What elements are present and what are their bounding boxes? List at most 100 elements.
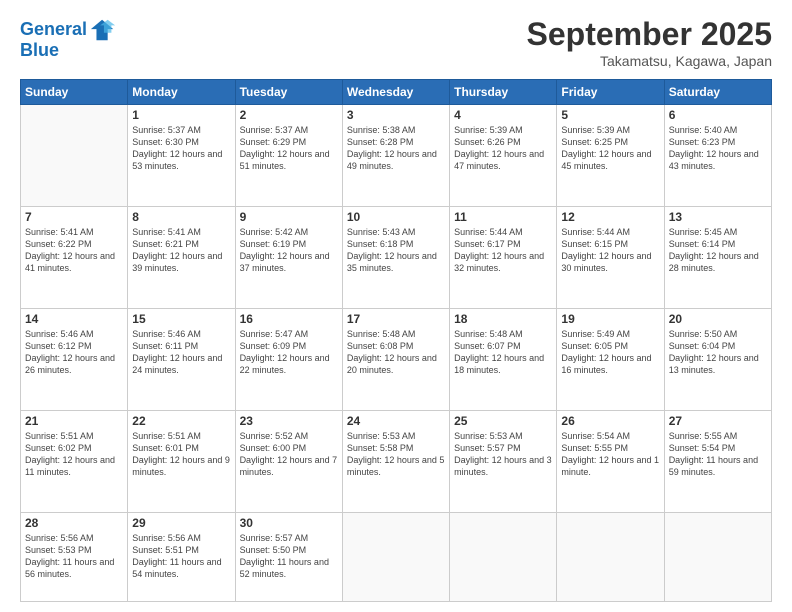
page: General Blue September 2025 Takamatsu, K… [0, 0, 792, 612]
calendar-cell: 1 Sunrise: 5:37 AMSunset: 6:30 PMDaylight… [128, 105, 235, 207]
cell-info: Sunrise: 5:53 AMSunset: 5:57 PMDaylight:… [454, 430, 552, 479]
day-number: 17 [347, 312, 445, 326]
calendar-cell: 29 Sunrise: 5:56 AMSunset: 5:51 PMDayligh… [128, 512, 235, 601]
cell-info: Sunrise: 5:41 AMSunset: 6:22 PMDaylight:… [25, 226, 123, 275]
calendar-cell: 9 Sunrise: 5:42 AMSunset: 6:19 PMDaylight… [235, 206, 342, 308]
calendar-cell: 8Sunrise: 5:41 AMSunset: 6:21 PMDaylight… [128, 206, 235, 308]
calendar-table: SundayMondayTuesdayWednesdayThursdayFrid… [20, 79, 772, 602]
calendar-cell: 25 Sunrise: 5:53 AMSunset: 5:57 PMDayligh… [450, 410, 557, 512]
calendar-header-wednesday: Wednesday [342, 80, 449, 105]
cell-info: Sunrise: 5:56 AMSunset: 5:51 PMDaylight:… [132, 532, 230, 581]
calendar-week-row: 28Sunrise: 5:56 AMSunset: 5:53 PMDayligh… [21, 512, 772, 601]
day-number: 6 [669, 108, 767, 122]
day-number: 16 [240, 312, 338, 326]
calendar-header-saturday: Saturday [664, 80, 771, 105]
calendar-cell: 24 Sunrise: 5:53 AMSunset: 5:58 PMDayligh… [342, 410, 449, 512]
cell-info: Sunrise: 5:37 AMSunset: 6:30 PMDaylight:… [132, 124, 230, 173]
day-number: 13 [669, 210, 767, 224]
logo-text: General [20, 20, 87, 40]
day-number: 15 [132, 312, 230, 326]
calendar-header-friday: Friday [557, 80, 664, 105]
calendar-cell: 13 Sunrise: 5:45 AMSunset: 6:14 PMDayligh… [664, 206, 771, 308]
calendar-cell: 21 Sunrise: 5:51 AMSunset: 6:02 PMDayligh… [21, 410, 128, 512]
location: Takamatsu, Kagawa, Japan [527, 53, 772, 69]
calendar-cell: 23 Sunrise: 5:52 AMSunset: 6:00 PMDayligh… [235, 410, 342, 512]
cell-info: Sunrise: 5:45 AMSunset: 6:14 PMDaylight:… [669, 226, 767, 275]
calendar-cell: 16Sunrise: 5:47 AMSunset: 6:09 PMDayligh… [235, 308, 342, 410]
calendar-cell [557, 512, 664, 601]
calendar-cell: 14Sunrise: 5:46 AMSunset: 6:12 PMDayligh… [21, 308, 128, 410]
calendar-header-tuesday: Tuesday [235, 80, 342, 105]
calendar-cell: 20 Sunrise: 5:50 AMSunset: 6:04 PMDayligh… [664, 308, 771, 410]
day-number: 28 [25, 516, 123, 530]
cell-info: Sunrise: 5:46 AMSunset: 6:12 PMDaylight:… [25, 328, 123, 377]
calendar-week-row: 21 Sunrise: 5:51 AMSunset: 6:02 PMDayligh… [21, 410, 772, 512]
cell-info: Sunrise: 5:57 AMSunset: 5:50 PMDaylight:… [240, 532, 338, 581]
day-number: 18 [454, 312, 552, 326]
day-number: 20 [669, 312, 767, 326]
calendar-week-row: 14Sunrise: 5:46 AMSunset: 6:12 PMDayligh… [21, 308, 772, 410]
day-number: 10 [347, 210, 445, 224]
day-number: 25 [454, 414, 552, 428]
calendar-cell: 28Sunrise: 5:56 AMSunset: 5:53 PMDayligh… [21, 512, 128, 601]
day-number: 21 [25, 414, 123, 428]
day-number: 23 [240, 414, 338, 428]
day-number: 3 [347, 108, 445, 122]
calendar-cell: 7Sunrise: 5:41 AMSunset: 6:22 PMDaylight… [21, 206, 128, 308]
cell-info: Sunrise: 5:39 AMSunset: 6:26 PMDaylight:… [454, 124, 552, 173]
calendar-cell: 15Sunrise: 5:46 AMSunset: 6:11 PMDayligh… [128, 308, 235, 410]
calendar-cell: 26 Sunrise: 5:54 AMSunset: 5:55 PMDayligh… [557, 410, 664, 512]
cell-info: Sunrise: 5:43 AMSunset: 6:18 PMDaylight:… [347, 226, 445, 275]
calendar-week-row: 1 Sunrise: 5:37 AMSunset: 6:30 PMDaylight… [21, 105, 772, 207]
calendar-cell [21, 105, 128, 207]
calendar-cell: 3 Sunrise: 5:38 AMSunset: 6:28 PMDaylight… [342, 105, 449, 207]
day-number: 27 [669, 414, 767, 428]
cell-info: Sunrise: 5:53 AMSunset: 5:58 PMDaylight:… [347, 430, 445, 479]
cell-info: Sunrise: 5:42 AMSunset: 6:19 PMDaylight:… [240, 226, 338, 275]
cell-info: Sunrise: 5:49 AMSunset: 6:05 PMDaylight:… [561, 328, 659, 377]
calendar-cell [450, 512, 557, 601]
calendar-cell: 17 Sunrise: 5:48 AMSunset: 6:08 PMDayligh… [342, 308, 449, 410]
header: General Blue September 2025 Takamatsu, K… [20, 16, 772, 69]
cell-info: Sunrise: 5:50 AMSunset: 6:04 PMDaylight:… [669, 328, 767, 377]
cell-info: Sunrise: 5:52 AMSunset: 6:00 PMDaylight:… [240, 430, 338, 479]
cell-info: Sunrise: 5:44 AMSunset: 6:15 PMDaylight:… [561, 226, 659, 275]
cell-info: Sunrise: 5:48 AMSunset: 6:08 PMDaylight:… [347, 328, 445, 377]
cell-info: Sunrise: 5:54 AMSunset: 5:55 PMDaylight:… [561, 430, 659, 479]
day-number: 12 [561, 210, 659, 224]
day-number: 4 [454, 108, 552, 122]
day-number: 22 [132, 414, 230, 428]
calendar-cell [664, 512, 771, 601]
cell-info: Sunrise: 5:38 AMSunset: 6:28 PMDaylight:… [347, 124, 445, 173]
calendar-cell: 11Sunrise: 5:44 AMSunset: 6:17 PMDayligh… [450, 206, 557, 308]
cell-info: Sunrise: 5:41 AMSunset: 6:21 PMDaylight:… [132, 226, 230, 275]
calendar-cell: 22 Sunrise: 5:51 AMSunset: 6:01 PMDayligh… [128, 410, 235, 512]
logo-icon [89, 16, 117, 44]
calendar-cell [342, 512, 449, 601]
title-block: September 2025 Takamatsu, Kagawa, Japan [527, 16, 772, 69]
calendar-cell: 4 Sunrise: 5:39 AMSunset: 6:26 PMDaylight… [450, 105, 557, 207]
day-number: 30 [240, 516, 338, 530]
calendar-week-row: 7Sunrise: 5:41 AMSunset: 6:22 PMDaylight… [21, 206, 772, 308]
cell-info: Sunrise: 5:44 AMSunset: 6:17 PMDaylight:… [454, 226, 552, 275]
cell-info: Sunrise: 5:55 AMSunset: 5:54 PMDaylight:… [669, 430, 767, 479]
calendar-cell: 19 Sunrise: 5:49 AMSunset: 6:05 PMDayligh… [557, 308, 664, 410]
calendar-cell: 10 Sunrise: 5:43 AMSunset: 6:18 PMDayligh… [342, 206, 449, 308]
calendar-cell: 18 Sunrise: 5:48 AMSunset: 6:07 PMDayligh… [450, 308, 557, 410]
cell-info: Sunrise: 5:48 AMSunset: 6:07 PMDaylight:… [454, 328, 552, 377]
calendar-header-monday: Monday [128, 80, 235, 105]
day-number: 1 [132, 108, 230, 122]
calendar-header-row: SundayMondayTuesdayWednesdayThursdayFrid… [21, 80, 772, 105]
calendar-cell: 27 Sunrise: 5:55 AMSunset: 5:54 PMDayligh… [664, 410, 771, 512]
day-number: 19 [561, 312, 659, 326]
cell-info: Sunrise: 5:51 AMSunset: 6:01 PMDaylight:… [132, 430, 230, 479]
cell-info: Sunrise: 5:40 AMSunset: 6:23 PMDaylight:… [669, 124, 767, 173]
day-number: 5 [561, 108, 659, 122]
day-number: 24 [347, 414, 445, 428]
day-number: 29 [132, 516, 230, 530]
day-number: 9 [240, 210, 338, 224]
day-number: 2 [240, 108, 338, 122]
calendar-header-thursday: Thursday [450, 80, 557, 105]
cell-info: Sunrise: 5:51 AMSunset: 6:02 PMDaylight:… [25, 430, 123, 479]
day-number: 26 [561, 414, 659, 428]
